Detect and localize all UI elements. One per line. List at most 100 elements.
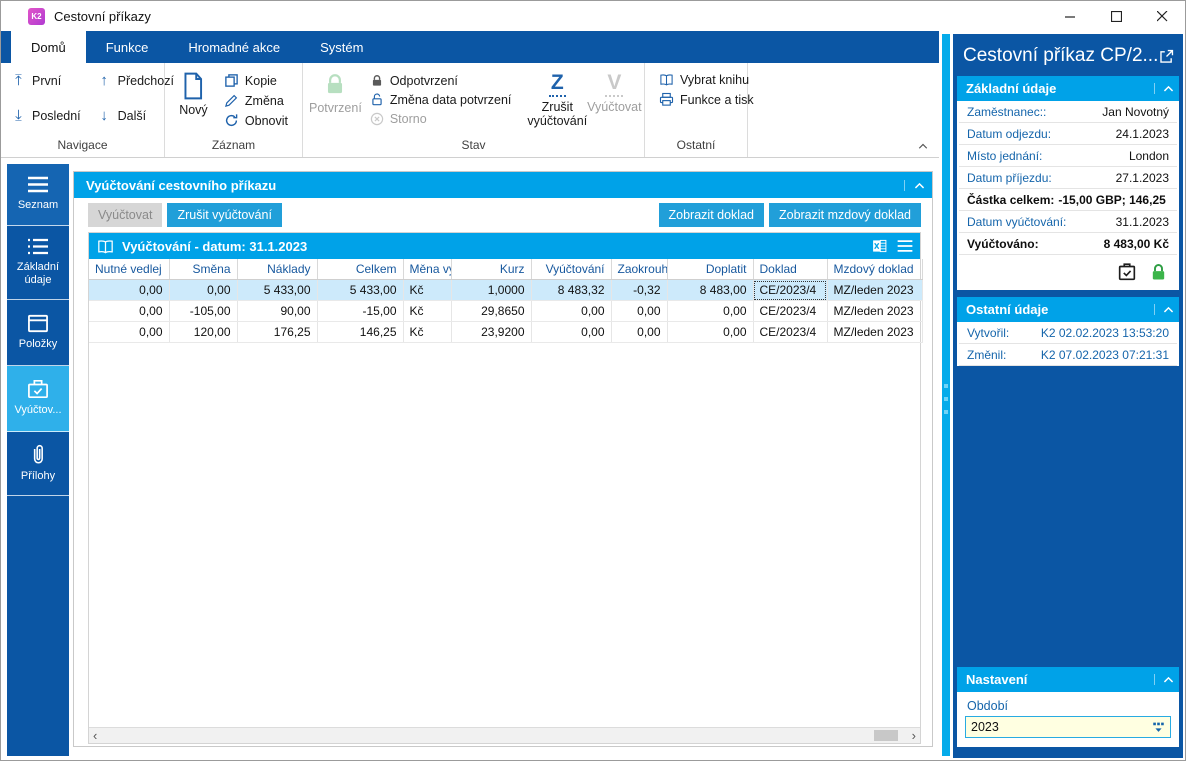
table-cell[interactable]: 120,00 bbox=[169, 321, 238, 343]
sidebar-item-zakladni-udaje[interactable]: Základní údaje bbox=[7, 226, 69, 300]
horizontal-scrollbar[interactable]: ‹ › bbox=[89, 727, 920, 743]
column-header[interactable]: Doklad bbox=[753, 259, 828, 280]
table-cell[interactable]: 146,25 bbox=[317, 321, 404, 343]
cancel-settlement-action-button[interactable]: Zrušit vyúčtování bbox=[167, 203, 282, 227]
table-cell[interactable]: 8 483,00 bbox=[667, 279, 754, 301]
table-cell-focused[interactable]: CE/2023/4 bbox=[753, 279, 828, 301]
period-label: Období bbox=[967, 699, 1009, 713]
table-cell[interactable]: Kč bbox=[403, 279, 452, 301]
last-button[interactable]: ⤓ Poslední bbox=[11, 108, 80, 123]
column-header[interactable]: Náklady bbox=[237, 259, 318, 280]
table-cell[interactable]: 1,0000 bbox=[451, 279, 532, 301]
sidebar-item-seznam[interactable]: Seznam bbox=[7, 164, 69, 226]
excel-export-icon[interactable] bbox=[871, 238, 888, 254]
collapse-section-button[interactable] bbox=[1154, 83, 1175, 94]
menu-icon[interactable] bbox=[896, 239, 914, 253]
column-header[interactable]: Kurz bbox=[451, 259, 532, 280]
table-cell[interactable]: 90,00 bbox=[237, 300, 318, 322]
collapse-section-button[interactable] bbox=[1154, 304, 1175, 315]
select-book-button[interactable]: Vybrat knihu bbox=[659, 73, 754, 87]
dropdown-icon[interactable] bbox=[1147, 720, 1170, 734]
column-header[interactable]: Měna vy bbox=[403, 259, 452, 280]
sidebar-item-vyuctovani[interactable]: Vyúčtov... bbox=[7, 366, 69, 432]
period-input[interactable] bbox=[966, 720, 1147, 734]
ribbon-collapse-button[interactable] bbox=[917, 140, 929, 154]
table-cell[interactable]: 176,25 bbox=[237, 321, 318, 343]
first-button[interactable]: ⤒ První bbox=[11, 73, 81, 88]
table-cell[interactable]: 0,00 bbox=[611, 321, 668, 343]
cancel-settlement-button[interactable]: Z Zrušit vyúčtování bbox=[527, 67, 587, 129]
sidebar-item-prilohy[interactable]: Přílohy bbox=[7, 432, 69, 496]
column-header[interactable]: Mzdový doklad bbox=[827, 259, 923, 280]
table-cell[interactable]: -105,00 bbox=[169, 300, 238, 322]
column-header[interactable]: Vyúčtování bbox=[531, 259, 612, 280]
table-cell[interactable]: 0,00 bbox=[667, 300, 754, 322]
panel-collapse-button[interactable] bbox=[904, 179, 926, 191]
storno-button[interactable]: Storno bbox=[370, 112, 512, 126]
column-header[interactable]: Nutné vedlej bbox=[89, 259, 170, 280]
table-cell[interactable]: 0,00 bbox=[531, 321, 612, 343]
minimize-button[interactable] bbox=[1047, 1, 1093, 31]
table-cell[interactable]: MZ/leden 2023 bbox=[827, 321, 923, 343]
column-header[interactable]: Celkem bbox=[317, 259, 404, 280]
scroll-right-arrow[interactable]: › bbox=[912, 728, 916, 743]
table-row[interactable]: 0,00 -105,00 90,00 -15,00 Kč 29,8650 0,0… bbox=[89, 300, 923, 322]
table-cell[interactable]: CE/2023/4 bbox=[753, 321, 828, 343]
table-cell[interactable]: 5 433,00 bbox=[237, 279, 318, 301]
column-header[interactable]: Směna bbox=[169, 259, 238, 280]
table-cell[interactable]: 0,00 bbox=[611, 300, 668, 322]
confirm-button[interactable]: Potvrzení bbox=[309, 67, 362, 115]
table-cell[interactable]: -0,32 bbox=[611, 279, 668, 301]
unconfirm-button[interactable]: Odpotvrzení bbox=[370, 74, 512, 88]
table-row[interactable]: 0,00 120,00 176,25 146,25 Kč 23,9200 0,0… bbox=[89, 321, 923, 343]
change-button[interactable]: Změna bbox=[224, 93, 288, 108]
table-cell[interactable]: 0,00 bbox=[89, 279, 170, 301]
table-row[interactable]: 0,00 0,00 5 433,00 5 433,00 Kč 1,0000 8 … bbox=[89, 279, 923, 301]
basic-info-header: Základní údaje bbox=[957, 76, 1179, 101]
table-cell[interactable]: 0,00 bbox=[667, 321, 754, 343]
table-cell[interactable]: 0,00 bbox=[89, 300, 170, 322]
table-cell[interactable]: 29,8650 bbox=[451, 300, 532, 322]
new-button[interactable]: Nový bbox=[171, 67, 216, 117]
settle-button[interactable]: V Vyúčtovat bbox=[587, 67, 641, 114]
open-external-icon[interactable] bbox=[1158, 48, 1175, 65]
period-combobox[interactable] bbox=[965, 716, 1171, 738]
scroll-left-arrow[interactable]: ‹ bbox=[93, 728, 97, 743]
chevron-up-icon bbox=[1163, 676, 1174, 683]
collapse-section-button[interactable] bbox=[1154, 674, 1175, 685]
tab-hromadne-akce[interactable]: Hromadné akce bbox=[168, 31, 300, 63]
copy-button[interactable]: Kopie bbox=[224, 73, 288, 88]
lock-icon bbox=[328, 74, 343, 94]
table-cell[interactable]: 23,9200 bbox=[451, 321, 532, 343]
tab-funkce[interactable]: Funkce bbox=[86, 31, 169, 63]
table-cell[interactable]: -15,00 bbox=[317, 300, 404, 322]
table-cell[interactable]: Kč bbox=[403, 321, 452, 343]
panel-splitter[interactable] bbox=[942, 34, 950, 756]
maximize-button[interactable] bbox=[1093, 1, 1139, 31]
close-button[interactable] bbox=[1139, 1, 1185, 31]
table-cell[interactable]: 0,00 bbox=[531, 300, 612, 322]
show-document-button[interactable]: Zobrazit doklad bbox=[658, 203, 764, 227]
refresh-button[interactable]: Obnovit bbox=[224, 113, 288, 128]
table-cell[interactable]: 5 433,00 bbox=[317, 279, 404, 301]
table-cell[interactable]: MZ/leden 2023 bbox=[827, 279, 923, 301]
settle-action-button[interactable]: Vyúčtovat bbox=[88, 203, 163, 227]
show-payroll-document-button[interactable]: Zobrazit mzdový doklad bbox=[768, 203, 921, 227]
sidebar-item-polozky[interactable]: Položky bbox=[7, 300, 69, 366]
change-confirm-date-button[interactable]: Změna data potvrzení bbox=[370, 93, 511, 107]
tab-domu[interactable]: Domů bbox=[11, 31, 86, 63]
scrollbar-thumb[interactable] bbox=[874, 730, 898, 741]
functions-print-button[interactable]: Funkce a tisk bbox=[659, 92, 754, 107]
column-header[interactable]: Zaokrouh bbox=[611, 259, 668, 280]
briefcase-check-icon bbox=[28, 380, 48, 399]
next-button[interactable]: ↓ Další bbox=[97, 108, 174, 123]
previous-button[interactable]: ↑ Předchozí bbox=[97, 73, 174, 88]
table-cell[interactable]: CE/2023/4 bbox=[753, 300, 828, 322]
table-cell[interactable]: Kč bbox=[403, 300, 452, 322]
table-cell[interactable]: 0,00 bbox=[169, 279, 238, 301]
table-cell[interactable]: MZ/leden 2023 bbox=[827, 300, 923, 322]
table-cell[interactable]: 0,00 bbox=[89, 321, 170, 343]
tab-system[interactable]: Systém bbox=[300, 31, 383, 63]
table-cell[interactable]: 8 483,32 bbox=[531, 279, 612, 301]
column-header[interactable]: Doplatit bbox=[667, 259, 754, 280]
